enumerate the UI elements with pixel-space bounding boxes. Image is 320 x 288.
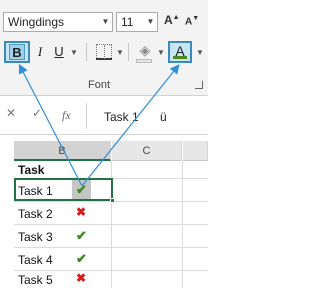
font-color-button[interactable]: A xyxy=(168,41,192,63)
enter-icon[interactable]: ✓ xyxy=(32,106,42,120)
bold-label: B xyxy=(9,44,25,60)
cross-mark-icon: ✖ xyxy=(76,205,87,219)
active-cell-border xyxy=(14,178,113,201)
column-gridline xyxy=(182,161,183,288)
bold-button[interactable]: B xyxy=(4,41,30,63)
dialog-launcher-icon[interactable] xyxy=(195,81,203,89)
ribbon: Wingdings ▼ 11 ▼ A▲ A▼ B I U ▼ ▼ ◈ ▼ A ▼… xyxy=(0,0,208,96)
borders-icon[interactable] xyxy=(96,44,112,60)
insert-function-button[interactable]: fx xyxy=(62,108,71,123)
fill-color-dropdown-icon[interactable]: ▼ xyxy=(157,48,165,57)
task-cell[interactable]: Task 4 xyxy=(18,253,53,267)
font-size-value: 11 xyxy=(121,15,134,29)
divider xyxy=(86,103,87,129)
underline-dropdown-icon[interactable]: ▼ xyxy=(70,48,78,57)
check-mark-icon: ✔ xyxy=(76,251,87,266)
task-cell[interactable]: Task 3 xyxy=(18,230,53,244)
underline-button[interactable]: U xyxy=(51,42,67,64)
task-cell[interactable]: Task 5 xyxy=(18,273,53,287)
borders-dropdown-icon[interactable]: ▼ xyxy=(116,48,124,57)
formula-glyph: ü xyxy=(160,110,167,124)
chevron-down-icon[interactable]: ▼ xyxy=(143,13,157,31)
formula-input[interactable]: Task 1 xyxy=(104,110,139,124)
column-header-d[interactable] xyxy=(183,141,208,161)
font-group-label: Font xyxy=(88,79,111,91)
font-name-value: Wingdings xyxy=(8,15,65,29)
column-header-b[interactable]: B xyxy=(14,141,111,161)
font-name-combobox[interactable]: Wingdings ▼ xyxy=(3,12,113,32)
font-color-swatch xyxy=(173,56,187,59)
check-mark-icon: ✔ xyxy=(76,228,87,243)
divider xyxy=(128,43,129,61)
font-color-dropdown-icon[interactable]: ▼ xyxy=(196,48,204,57)
fill-color-swatch xyxy=(136,59,152,63)
decrease-font-size-button[interactable]: A▼ xyxy=(185,15,199,27)
task-cell[interactable]: Task 2 xyxy=(18,207,53,221)
increase-font-size-button[interactable]: A▲ xyxy=(164,13,180,27)
header-cell[interactable]: Task xyxy=(18,163,44,177)
font-size-combobox[interactable]: 11 ▼ xyxy=(116,12,158,32)
chevron-down-icon[interactable]: ▼ xyxy=(98,13,112,31)
grow-font-icon: A xyxy=(164,13,173,27)
cancel-icon[interactable]: ✕ xyxy=(6,106,16,120)
column-header-c[interactable]: C xyxy=(112,141,182,161)
fill-handle[interactable] xyxy=(110,198,115,203)
italic-button[interactable]: I xyxy=(31,42,49,64)
divider xyxy=(86,43,87,61)
cross-mark-icon: ✖ xyxy=(76,271,87,285)
